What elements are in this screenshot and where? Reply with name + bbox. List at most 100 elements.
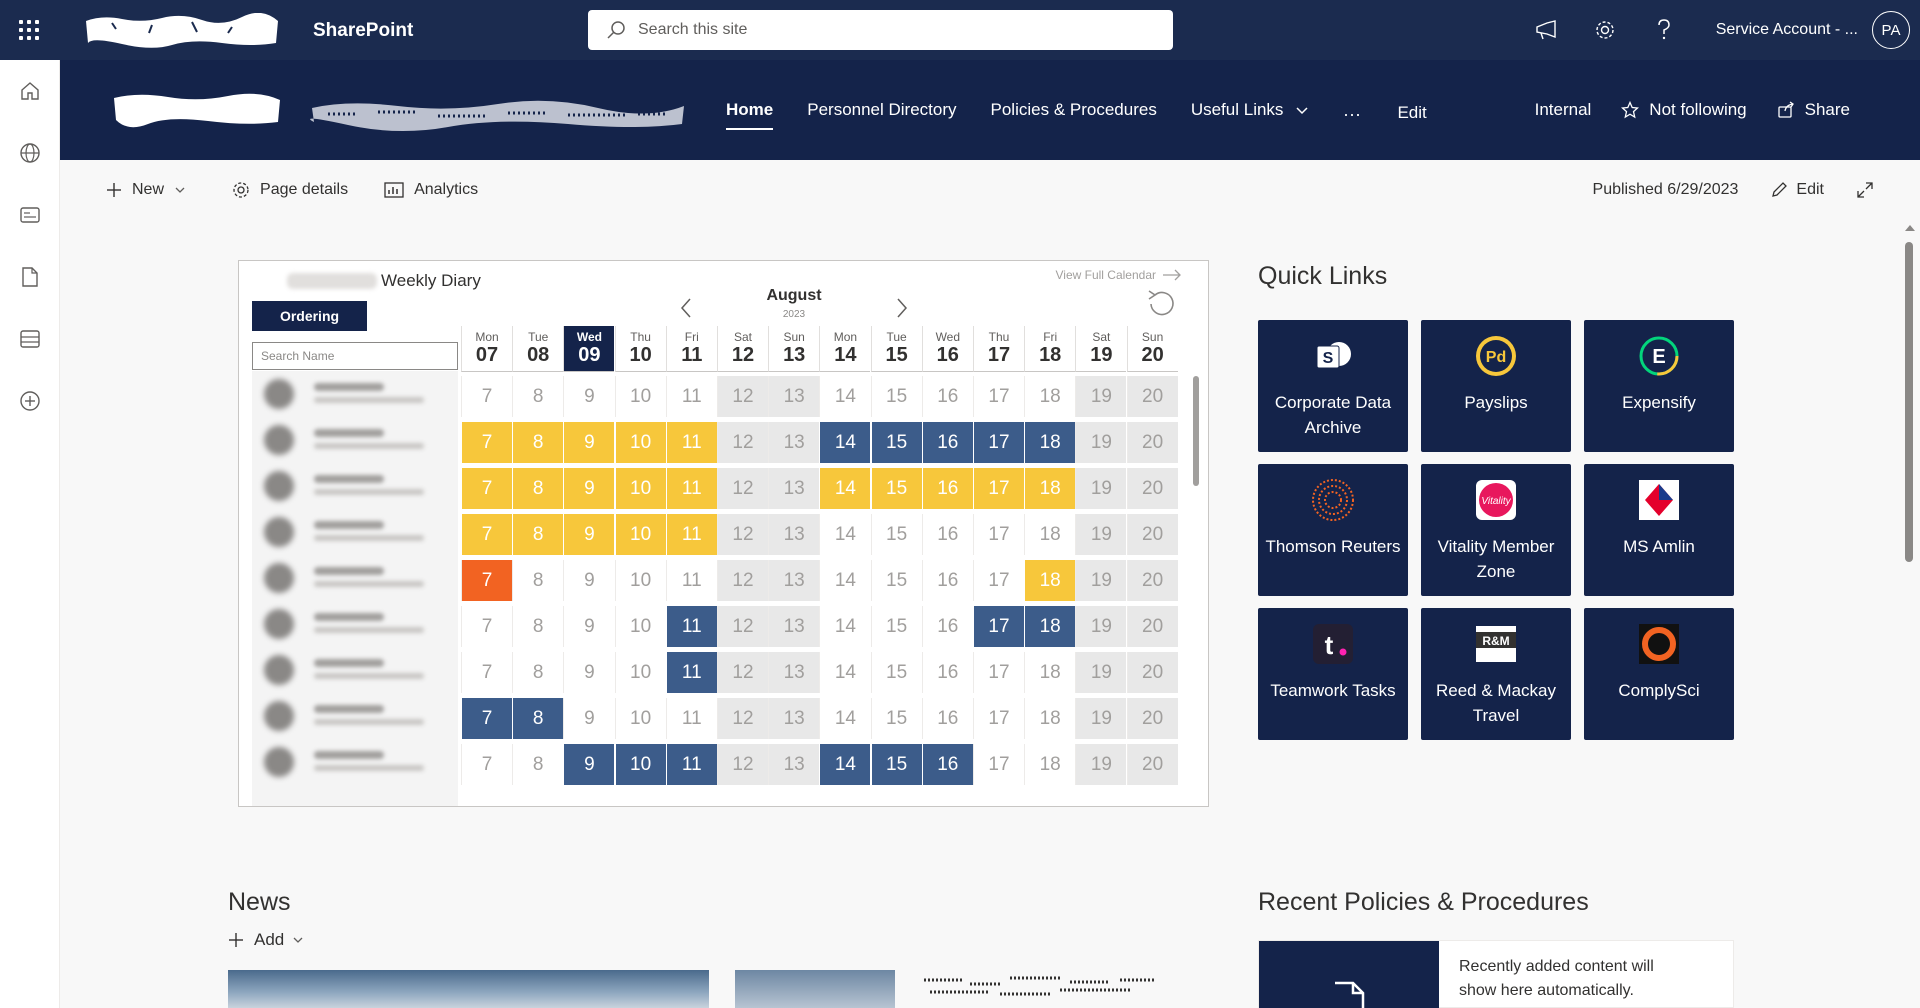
next-week-icon[interactable] xyxy=(895,297,909,319)
person-row-redacted[interactable] xyxy=(252,463,458,509)
page-details-button[interactable]: Page details xyxy=(232,181,348,199)
diary-cell[interactable]: 11 xyxy=(665,514,717,555)
app-name[interactable]: SharePoint xyxy=(313,20,413,42)
diary-cell[interactable]: 20 xyxy=(1126,514,1178,555)
diary-cell[interactable]: 12 xyxy=(717,652,768,693)
diary-cell[interactable]: 10 xyxy=(614,468,666,509)
diary-cell[interactable]: 20 xyxy=(1126,652,1178,693)
diary-cell[interactable]: 16 xyxy=(921,422,973,463)
diary-cell[interactable]: 12 xyxy=(717,698,768,739)
news-image-1[interactable] xyxy=(228,970,709,1008)
diary-cell[interactable]: 18 xyxy=(1024,606,1076,647)
diary-cell[interactable]: 19 xyxy=(1075,514,1127,555)
diary-cell[interactable]: 18 xyxy=(1024,514,1076,555)
diary-cell[interactable]: 14 xyxy=(819,744,871,785)
diary-cell[interactable]: 11 xyxy=(665,376,717,417)
quick-link-payslips[interactable]: Pd Payslips xyxy=(1421,320,1571,452)
diary-cell[interactable]: 13 xyxy=(768,652,820,693)
quick-link-ms-amlin[interactable]: MS Amlin xyxy=(1584,464,1734,596)
person-row-redacted[interactable] xyxy=(252,509,458,555)
diary-cell[interactable]: 19 xyxy=(1075,422,1127,463)
diary-cell[interactable]: 19 xyxy=(1075,698,1127,739)
diary-cell[interactable]: 14 xyxy=(819,698,871,739)
diary-cell[interactable]: 9 xyxy=(563,422,615,463)
diary-cell[interactable]: 18 xyxy=(1024,376,1076,417)
diary-cell[interactable]: 19 xyxy=(1075,560,1127,601)
diary-cell[interactable]: 14 xyxy=(819,514,871,555)
news-add-button[interactable]: Add xyxy=(228,930,314,950)
diary-cell[interactable]: 10 xyxy=(614,560,666,601)
diary-cell[interactable]: 18 xyxy=(1024,698,1076,739)
diary-cell[interactable]: 17 xyxy=(973,468,1024,509)
diary-cell[interactable]: 20 xyxy=(1126,376,1178,417)
diary-cell[interactable]: 16 xyxy=(921,652,973,693)
search-name-input[interactable]: Search Name xyxy=(252,342,458,370)
appbar-news[interactable] xyxy=(0,184,60,246)
diary-cell[interactable]: 14 xyxy=(819,376,871,417)
page-scrollbar[interactable] xyxy=(1900,222,1920,1008)
diary-cell[interactable]: 11 xyxy=(665,606,717,647)
avatar[interactable]: PA xyxy=(1872,11,1910,49)
diary-cell[interactable]: 13 xyxy=(768,376,820,417)
diary-cell[interactable]: 16 xyxy=(921,376,973,417)
nav-home[interactable]: Home xyxy=(726,94,774,130)
diary-cell[interactable]: 13 xyxy=(768,606,820,647)
diary-cell[interactable]: 16 xyxy=(921,468,973,509)
diary-cell[interactable]: 15 xyxy=(870,606,922,647)
diary-cell[interactable]: 17 xyxy=(973,422,1024,463)
app-launcher-button[interactable] xyxy=(0,0,58,60)
follow-button[interactable]: Not following xyxy=(1621,100,1747,120)
diary-cell[interactable]: 7 xyxy=(461,744,512,785)
diary-cell[interactable]: 20 xyxy=(1126,698,1178,739)
person-row-redacted[interactable] xyxy=(252,371,458,417)
diary-cell[interactable]: 8 xyxy=(512,606,564,647)
diary-cell[interactable]: 16 xyxy=(921,560,973,601)
person-row-redacted[interactable] xyxy=(252,739,458,785)
quick-link-reed-mackay[interactable]: R&M Reed & Mackay Travel xyxy=(1421,608,1571,740)
diary-cell[interactable]: 12 xyxy=(717,744,768,785)
diary-cell[interactable]: 16 xyxy=(921,514,973,555)
quick-link-teamwork[interactable]: t Teamwork Tasks xyxy=(1258,608,1408,740)
diary-cell[interactable]: 10 xyxy=(614,376,666,417)
diary-cell[interactable]: 8 xyxy=(512,514,564,555)
diary-cell[interactable]: 9 xyxy=(563,376,615,417)
diary-cell[interactable]: 15 xyxy=(870,376,922,417)
view-full-calendar-link[interactable]: View Full Calendar xyxy=(1056,268,1183,282)
diary-cell[interactable]: 15 xyxy=(870,422,922,463)
diary-cell[interactable]: 9 xyxy=(563,744,615,785)
diary-cell[interactable]: 11 xyxy=(665,744,717,785)
diary-cell[interactable]: 11 xyxy=(665,698,717,739)
analytics-button[interactable]: Analytics xyxy=(384,181,478,199)
diary-cell[interactable]: 20 xyxy=(1126,468,1178,509)
quick-link-vitality[interactable]: Vitality Vitality Member Zone xyxy=(1421,464,1571,596)
announcements-button[interactable] xyxy=(1517,0,1576,60)
appbar-home[interactable] xyxy=(0,60,60,122)
diary-cell[interactable]: 18 xyxy=(1024,560,1076,601)
diary-cell[interactable]: 7 xyxy=(461,376,512,417)
diary-cell[interactable]: 7 xyxy=(461,514,512,555)
diary-cell[interactable]: 7 xyxy=(461,606,512,647)
sensitivity-label[interactable]: Internal xyxy=(1535,100,1592,120)
diary-cell[interactable]: 17 xyxy=(973,652,1024,693)
nav-edit-link[interactable]: Edit xyxy=(1397,103,1426,123)
diary-cell[interactable]: 19 xyxy=(1075,744,1127,785)
diary-cell[interactable]: 12 xyxy=(717,560,768,601)
diary-cell[interactable]: 18 xyxy=(1024,422,1076,463)
person-row-redacted[interactable] xyxy=(252,693,458,739)
diary-cell[interactable]: 15 xyxy=(870,744,922,785)
diary-cell[interactable]: 19 xyxy=(1075,376,1127,417)
diary-cell[interactable]: 20 xyxy=(1126,560,1178,601)
diary-cell[interactable]: 18 xyxy=(1024,744,1076,785)
diary-cell[interactable]: 12 xyxy=(717,606,768,647)
news-image-3-redacted[interactable] xyxy=(920,970,1160,1008)
person-row-redacted[interactable] xyxy=(252,417,458,463)
diary-cell[interactable]: 19 xyxy=(1075,652,1127,693)
diary-cell[interactable]: 16 xyxy=(921,744,973,785)
org-logo-redacted[interactable] xyxy=(82,13,282,49)
scroll-up-icon[interactable] xyxy=(1904,224,1916,232)
diary-cell[interactable]: 12 xyxy=(717,376,768,417)
diary-cell[interactable]: 17 xyxy=(973,376,1024,417)
site-title-redacted[interactable] xyxy=(308,94,688,136)
appbar-create[interactable] xyxy=(0,370,60,432)
quick-link-sharepoint[interactable]: S Corporate Data Archive xyxy=(1258,320,1408,452)
